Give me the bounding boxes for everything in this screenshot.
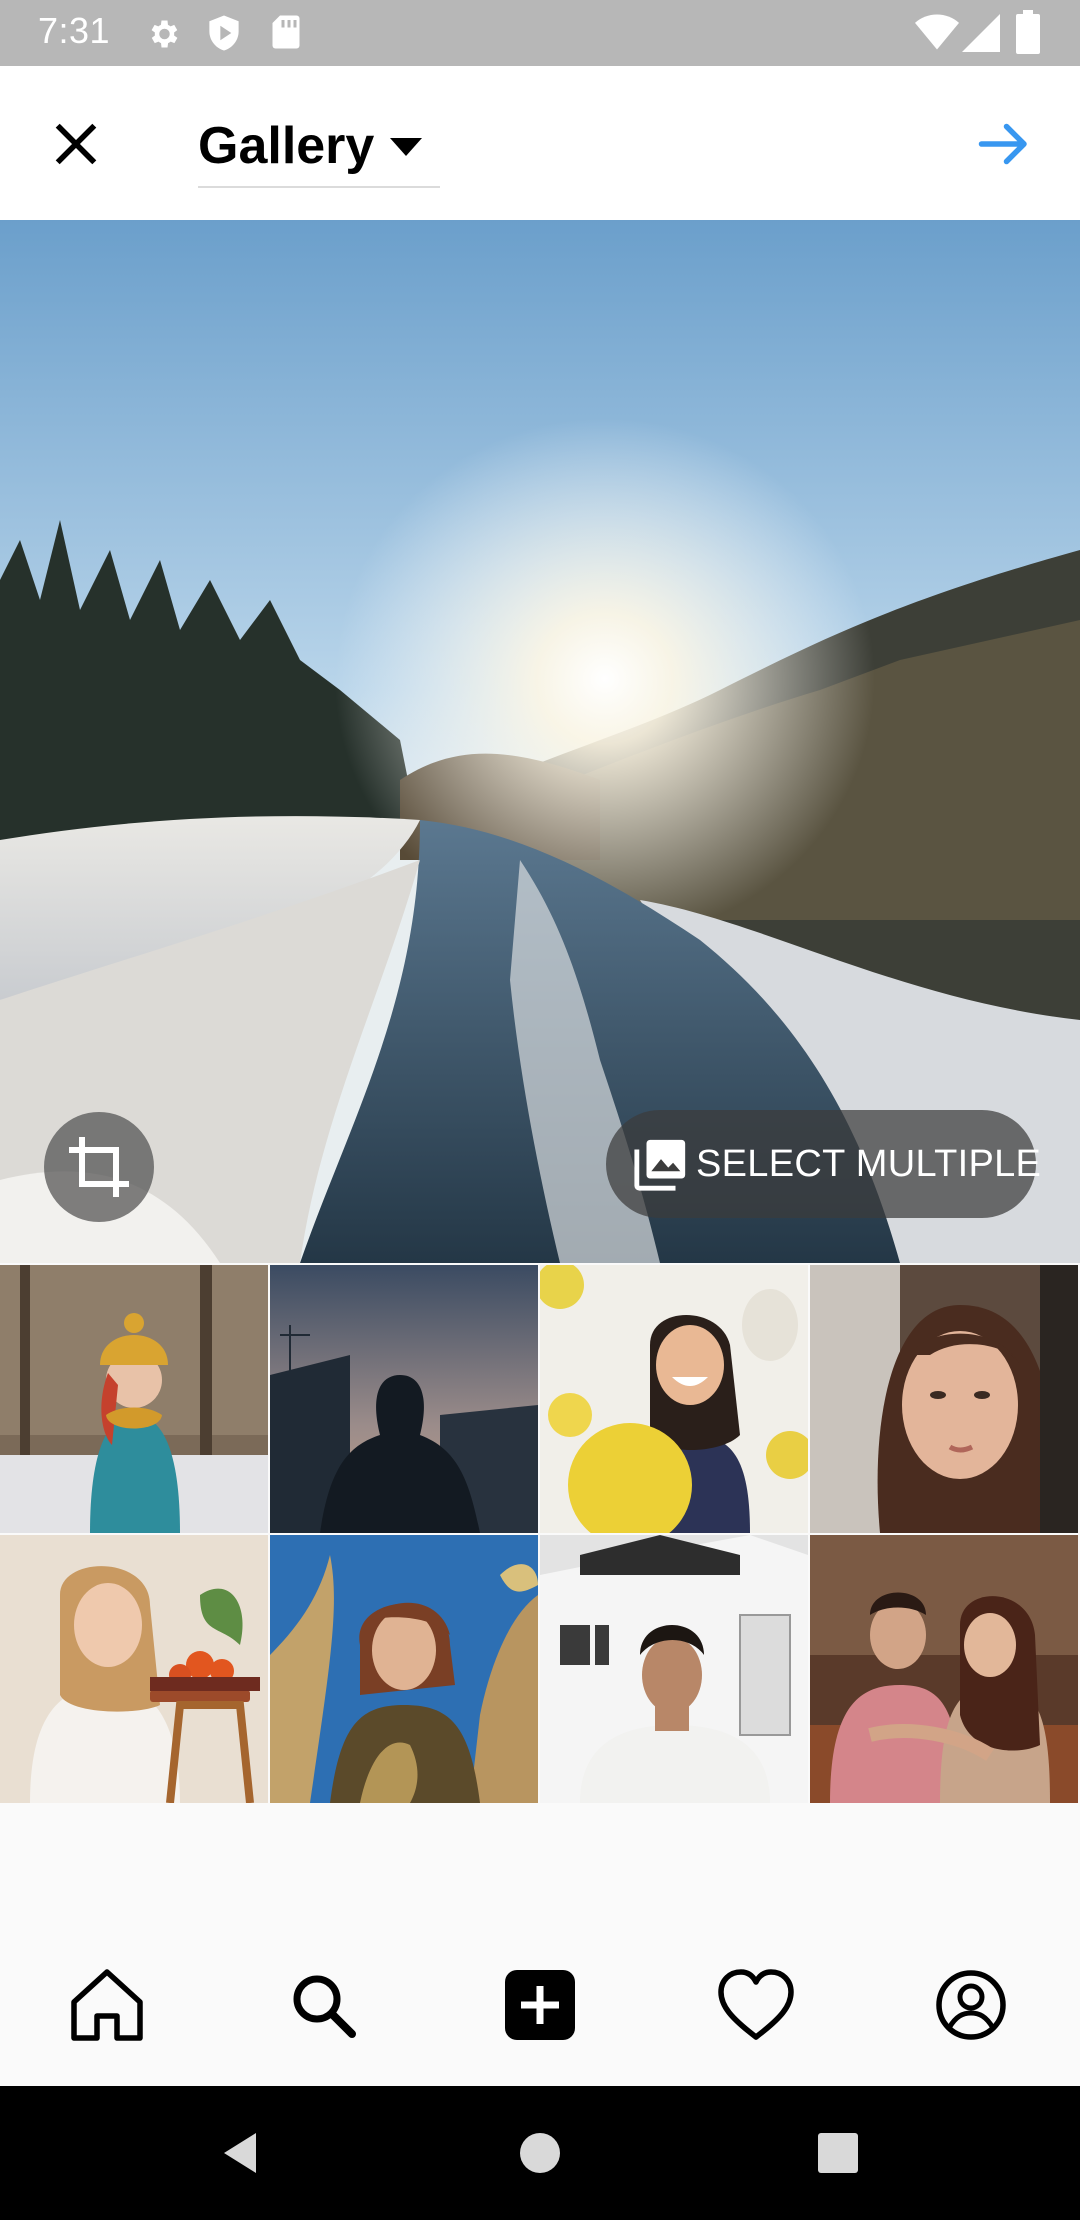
thumb-woman-yellow-balloons[interactable]: [540, 1265, 808, 1533]
nav-add-post[interactable]: [485, 1950, 595, 2060]
photo-grid: [0, 1265, 1080, 1803]
profile-icon: [936, 1970, 1006, 2040]
signal-icon: [962, 14, 1000, 52]
nav-profile[interactable]: [916, 1950, 1026, 2060]
next-button[interactable]: [974, 114, 1034, 174]
thumb-woman-closeup[interactable]: [810, 1265, 1078, 1533]
bottom-navigation: [0, 1930, 1080, 2086]
close-icon: [55, 123, 97, 165]
gallery-stack-icon: [634, 1139, 686, 1191]
close-button[interactable]: [48, 116, 104, 172]
photo-thumbnail: [540, 1265, 808, 1533]
crop-button[interactable]: [44, 1112, 154, 1222]
search-icon: [293, 1975, 356, 2038]
photo-thumbnail: [270, 1535, 538, 1803]
photo-thumbnail: [0, 1535, 268, 1803]
system-navigation-bar: [0, 2086, 1080, 2220]
photo-thumbnail: [540, 1535, 808, 1803]
battery-icon: [1016, 10, 1040, 54]
thumb-silhouette-dusk[interactable]: [270, 1265, 538, 1533]
photo-thumbnail: [270, 1265, 538, 1533]
status-bar: 7:31: [0, 0, 1080, 66]
thumb-couple-autumn[interactable]: [810, 1535, 1078, 1803]
gallery-title: Gallery: [198, 117, 375, 175]
winter-river-photo: [0, 220, 1080, 1263]
settings-icon: [151, 20, 178, 48]
wifi-icon: [915, 14, 959, 50]
nav-activity[interactable]: [701, 1950, 811, 2060]
sd-card-icon: [272, 15, 300, 49]
gallery-dropdown[interactable]: Gallery: [198, 110, 440, 188]
add-post-icon: [505, 1970, 575, 2040]
home-circle-icon[interactable]: [510, 2123, 570, 2183]
back-icon[interactable]: [212, 2123, 272, 2183]
thumb-woman-yellow-beanie[interactable]: [0, 1265, 268, 1533]
thumb-woman-blonde-oranges[interactable]: [0, 1535, 268, 1803]
arrow-right-icon: [978, 123, 1027, 165]
nav-search[interactable]: [268, 1950, 378, 2060]
header: Gallery: [0, 66, 1080, 220]
photo-thumbnail: [0, 1265, 268, 1533]
selected-photo-preview[interactable]: SELECT MULTIPLE: [0, 220, 1080, 1263]
thumb-man-white-shirt[interactable]: [540, 1535, 808, 1803]
thumb-woman-pampas-grass[interactable]: [270, 1535, 538, 1803]
caret-down-icon: [390, 138, 422, 156]
photo-thumbnail: [810, 1535, 1078, 1803]
heart-icon: [718, 1969, 794, 2040]
select-multiple-label: SELECT MULTIPLE: [696, 1143, 1042, 1185]
home-icon: [71, 1969, 143, 2041]
play-protect-icon: [209, 15, 239, 51]
nav-home[interactable]: [52, 1950, 162, 2060]
recents-icon[interactable]: [808, 2123, 868, 2183]
status-time: 7:31: [38, 10, 111, 51]
crop-icon: [69, 1137, 129, 1197]
photo-thumbnail: [810, 1265, 1078, 1533]
select-multiple-button[interactable]: SELECT MULTIPLE: [606, 1110, 1041, 1218]
